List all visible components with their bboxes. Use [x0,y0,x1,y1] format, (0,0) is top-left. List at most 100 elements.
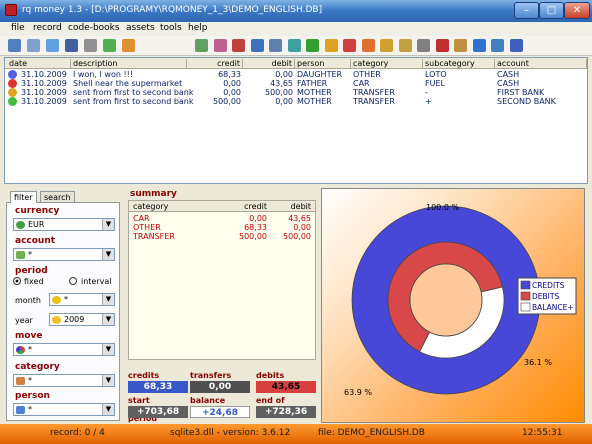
minimize-button[interactable]: – [514,2,539,19]
filter-icon[interactable] [232,39,245,52]
tab-filter[interactable]: filter [10,191,37,203]
key-icon[interactable] [398,39,412,52]
sum-col-credit: credit [244,202,267,211]
chart-bar-icon[interactable] [324,39,338,52]
chevron-down-icon[interactable]: ▼ [102,375,114,386]
chevron-down-icon[interactable]: ▼ [102,404,114,415]
month-label: month [15,296,41,305]
save-icon[interactable] [65,39,78,52]
month-select[interactable]: * ▼ [49,293,115,306]
account-select[interactable]: * ▼ [13,248,115,261]
chevron-down-icon[interactable]: ▼ [102,314,114,325]
category-select[interactable]: * ▼ [13,374,115,387]
col-date[interactable]: date [7,59,71,69]
table-row[interactable]: 31.10.2009 sent from first to second bank… [5,88,587,97]
edit-icon[interactable] [195,39,208,52]
menu-record[interactable]: record [33,23,62,33]
menu-assets[interactable]: assets [126,23,155,33]
slice-label: 36.1 % [524,358,552,367]
transfer-icon[interactable] [361,39,375,52]
status-time: 12:55:31 [522,428,563,438]
cell-category: TRANSFER [353,97,395,106]
app-icon [5,4,17,16]
copy-icon[interactable] [46,39,59,52]
col-account[interactable]: account [495,59,587,69]
status-file: file: DEMO_ENGLISH.DB [318,428,425,438]
cell-credit: 68,33 [218,70,241,79]
col-person[interactable]: person [295,59,351,69]
cell-debit: 0,00 [275,70,293,79]
open-icon[interactable] [27,39,40,52]
summary-cell-category: TRANSFER [133,232,175,241]
col-description[interactable]: description [71,59,187,69]
add-icon[interactable] [122,39,135,52]
col-credit[interactable]: credit [187,59,243,69]
person-select[interactable]: * ▼ [13,403,115,416]
close-button[interactable]: ✕ [564,2,590,19]
chevron-down-icon[interactable]: ▼ [102,249,114,260]
home-icon [16,377,25,385]
cell-date: 31.10.2009 [21,97,67,106]
col-debit[interactable]: debit [243,59,295,69]
person-icon[interactable] [250,39,264,52]
legend-label: CREDITS [532,281,565,290]
legend-swatch [520,302,531,312]
help-icon[interactable] [509,39,523,52]
book-icon[interactable] [269,39,282,52]
tag-icon[interactable] [213,39,227,52]
transactions-grid[interactable]: date description credit debit person cat… [4,57,588,184]
chevron-down-icon[interactable]: ▼ [102,294,114,305]
table-icon[interactable] [454,39,467,52]
cell-subcategory: - [425,88,428,97]
menu-bar: file record code-books assets tools help [0,22,592,36]
pie-center [409,263,483,337]
grid-header: date description credit debit person cat… [5,58,587,69]
menu-help[interactable]: help [188,23,207,33]
col-category[interactable]: category [351,59,423,69]
print-icon[interactable] [103,39,116,52]
year-select[interactable]: 2009 ▼ [49,313,115,326]
chevron-down-icon[interactable]: ▼ [102,219,114,230]
move-select[interactable]: * ▼ [13,343,115,356]
menu-tools[interactable]: tools [160,23,182,33]
fixed-radio[interactable] [13,277,21,285]
window-title: rq money 1.3 - [D:\PROGRAMY\RQMONEY_1_3\… [22,5,323,15]
summary-cell-credit: 500,00 [239,232,267,241]
info-icon[interactable] [472,39,486,52]
currency-select[interactable]: EUR ▼ [13,218,115,231]
settings-icon[interactable] [417,39,430,52]
category-label: category [15,362,60,372]
legend-swatch [520,291,531,301]
sum-col-category: category [133,202,169,211]
folder-icon[interactable] [380,39,393,52]
menu-code-books[interactable]: code-books [68,23,120,33]
app-window: rq money 1.3 - [D:\PROGRAMY\RQMONEY_1_3\… [0,0,592,444]
status-dot-icon [8,70,17,79]
status-dll: sqlite3.dll - version: 3.6.12 [170,428,291,438]
new-icon[interactable] [8,39,21,52]
summary-cell-debit: 500,00 [283,232,311,241]
money-icon [16,251,25,259]
cell-credit: 0,00 [223,79,241,88]
summary-panel: summary category credit debit CAR 0,00 43,… [124,189,320,423]
table-row[interactable]: 31.10.2009 I won, I won !!! 68,33 0,00 DAUGH… [5,70,587,79]
calendar-icon[interactable] [435,39,449,52]
chart-pie-icon[interactable] [343,39,356,52]
interval-radio[interactable] [69,277,77,285]
globe-icon[interactable] [306,39,319,52]
report-icon[interactable] [287,39,301,52]
table-row[interactable]: 31.10.2009 sent from first to second bank… [5,97,587,106]
cell-person: FATHER [297,79,328,88]
export-icon[interactable] [84,39,97,52]
cell-subcategory: LOTO [425,70,447,79]
col-subcategory[interactable]: subcategory [423,59,495,69]
chevron-down-icon[interactable]: ▼ [102,344,114,355]
interval-label: interval [81,277,112,286]
maximize-button[interactable]: □ [539,2,564,19]
cell-credit: 0,00 [223,88,241,97]
table-row[interactable]: 31.10.2009 Shell near the supermarket 0,00… [5,79,587,88]
status-record: record: 0 / 4 [50,428,105,438]
home-icon[interactable] [491,39,504,52]
menu-file[interactable]: file [11,23,25,33]
cell-debit: 500,00 [265,88,293,97]
